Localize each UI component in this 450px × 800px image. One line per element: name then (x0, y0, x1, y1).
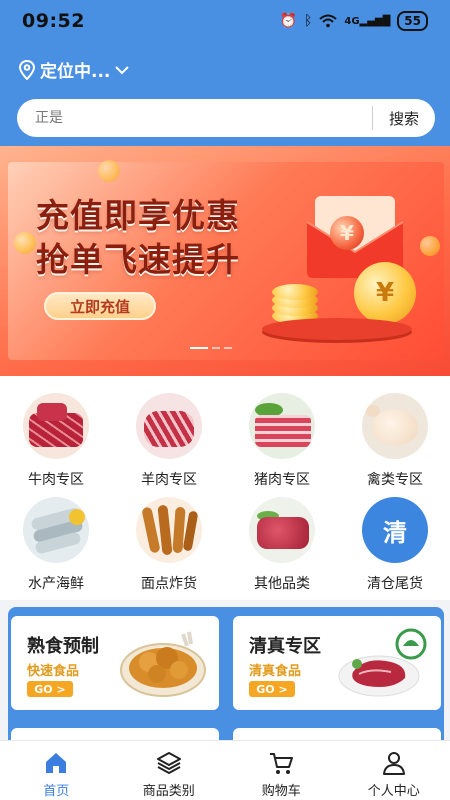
battery-level: 55 (404, 14, 421, 28)
promo-card-halal[interactable]: 清真专区 清真食品 GO > (233, 616, 441, 710)
category-label: 清仓尾货 (367, 576, 423, 592)
tab-profile[interactable]: 个人中心 (338, 741, 450, 800)
clearance-badge: 清 (362, 497, 428, 563)
poultry-image (362, 393, 428, 459)
banner-title-line2: 抢单飞速提升 (36, 240, 240, 279)
category-label: 面点炸货 (141, 576, 197, 592)
status-icons: ⏰ ᛒ 4G▂▄▆█ 55 (280, 11, 428, 31)
chevron-down-icon (115, 65, 130, 74)
tab-home[interactable]: 首页 (0, 741, 113, 800)
category-beef[interactable]: 牛肉专区 (6, 393, 106, 489)
bluetooth-icon: ᛒ (303, 13, 313, 29)
yen-symbol: ¥ (375, 278, 395, 308)
banner-title-line1: 充值即享优惠 (36, 196, 240, 235)
wifi-icon (319, 14, 338, 28)
cart-icon (270, 753, 294, 774)
go-button[interactable]: GO > (249, 681, 295, 697)
category-clearance[interactable]: 清 清仓尾货 (345, 497, 445, 593)
location-pin-icon (18, 59, 36, 80)
layers-icon (156, 752, 181, 774)
status-bar: 09:52 ⏰ ᛒ 4G▂▄▆█ 55 (0, 0, 450, 42)
category-fried-dough[interactable]: 面点炸货 (119, 497, 219, 593)
pork-image (249, 393, 315, 459)
clearance-badge-text: 清 (383, 518, 407, 547)
category-label: 其他品类 (254, 576, 310, 592)
yen-symbol: ¥ (340, 221, 354, 245)
location-label: 定位中... (40, 62, 111, 82)
category-seafood[interactable]: 水产海鲜 (6, 497, 106, 593)
bottom-tab-bar: 首页 商品类别 购物车 个人中心 (0, 740, 450, 800)
lamb-image (136, 393, 202, 459)
category-label: 水产海鲜 (28, 576, 84, 592)
category-label: 牛肉专区 (28, 472, 84, 488)
location-selector[interactable]: 定位中... (18, 57, 130, 82)
tab-categories[interactable]: 商品类别 (113, 741, 226, 800)
promo-card-cooked-food[interactable]: 熟食预制 快速食品 GO > (11, 616, 219, 710)
seafood-image (23, 497, 89, 563)
category-other[interactable]: 其他品类 (232, 497, 332, 593)
recharge-button[interactable]: 立即充值 (44, 292, 156, 320)
search-bar: 搜索 (17, 99, 435, 137)
tab-cart[interactable]: 购物车 (225, 741, 338, 800)
promo-title: 熟食预制 (27, 636, 99, 657)
pagination-dot (212, 347, 220, 349)
coin-decoration (98, 160, 120, 182)
pagination-dot (224, 347, 232, 349)
home-icon (46, 753, 67, 773)
large-gold-coin: ¥ (354, 262, 416, 324)
fried-chicken-image (120, 631, 206, 697)
tab-label: 首页 (43, 784, 70, 799)
halal-steak-image (338, 628, 427, 697)
other-meat-image (249, 497, 315, 563)
pagination-dot (190, 347, 208, 349)
network-type: 4G (344, 15, 360, 27)
category-label: 猪肉专区 (254, 472, 310, 488)
coin-decoration (14, 232, 36, 254)
tab-label: 购物车 (261, 784, 301, 799)
promo-subtitle: 快速食品 (27, 664, 80, 679)
go-button[interactable]: GO > (27, 681, 73, 697)
beef-image (23, 393, 89, 459)
category-label: 禽类专区 (367, 472, 423, 488)
search-button[interactable]: 搜索 (373, 108, 435, 129)
category-lamb[interactable]: 羊肉专区 (119, 393, 219, 489)
banner-title: 充值即享优惠 抢单飞速提升 (36, 194, 240, 282)
banner-pagination (190, 347, 232, 349)
promo-title: 清真专区 (249, 636, 321, 657)
stack-coin (272, 284, 318, 300)
fried-dough-image (136, 497, 202, 563)
category-poultry[interactable]: 禽类专区 (345, 393, 445, 489)
promo-subtitle: 清真食品 (249, 664, 302, 679)
category-label: 羊肉专区 (141, 472, 197, 488)
search-input[interactable] (17, 110, 372, 126)
signal-icon: 4G▂▄▆█ (344, 15, 391, 27)
tab-label: 个人中心 (367, 784, 420, 799)
battery-icon: 55 (397, 11, 428, 31)
coin-decoration (420, 236, 440, 256)
category-pork[interactable]: 猪肉专区 (232, 393, 332, 489)
status-time: 09:52 (22, 10, 85, 32)
podium (262, 318, 412, 340)
user-icon (382, 752, 405, 775)
yen-coin: ¥ (330, 216, 364, 250)
tab-label: 商品类别 (142, 784, 195, 799)
alarm-icon: ⏰ (279, 13, 297, 29)
